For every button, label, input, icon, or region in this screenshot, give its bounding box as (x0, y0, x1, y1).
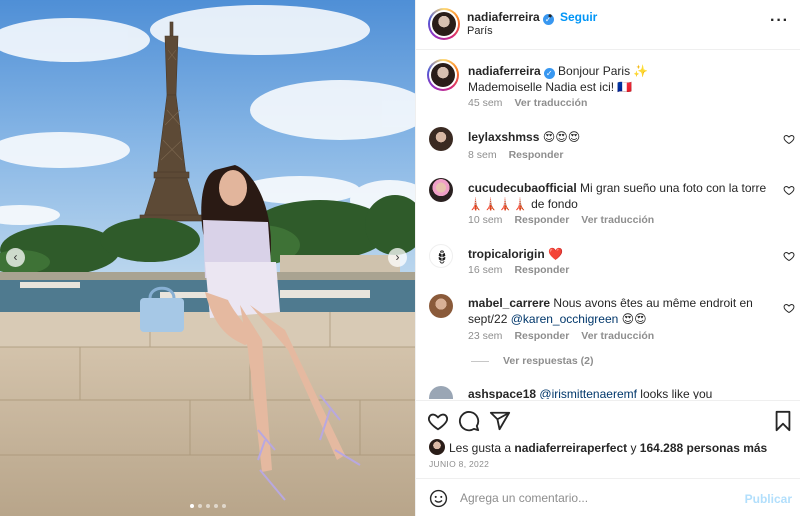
caption-username[interactable]: nadiaferreira (468, 64, 541, 78)
caption-line1: Bonjour Paris ✨ (558, 64, 649, 78)
commenter-avatar[interactable] (429, 127, 453, 151)
reply-button[interactable]: Responder (514, 264, 569, 276)
comment-time[interactable]: 8 sem (468, 149, 497, 161)
comment-meta: 16 sem Responder (468, 264, 581, 276)
comment-like-heart-icon[interactable] (783, 250, 795, 262)
publish-button[interactable]: Publicar (745, 492, 792, 506)
verified-badge-icon: ✓ (543, 68, 555, 79)
leaf-logo-icon (437, 248, 447, 266)
post-header: nadiaferreira ✓ • Seguir París ··· (416, 0, 800, 50)
author-avatar[interactable] (428, 8, 460, 40)
reply-button[interactable]: Responder (514, 330, 569, 342)
smiley-icon[interactable] (429, 489, 448, 508)
caption-line2: Mademoiselle Nadia est ici! 🇫🇷 (468, 80, 633, 94)
likes-prefix: Les gusta a (449, 441, 512, 455)
comment-content: Nous avons êtes au même endroit en (553, 296, 753, 310)
commenter-username[interactable]: tropicalorigin (468, 247, 545, 261)
comment-like-heart-icon[interactable] (783, 302, 795, 314)
comment-text: leylaxshmss 😍😍😍 (468, 129, 778, 145)
comment-like-heart-icon[interactable] (783, 133, 795, 145)
liker-username[interactable]: nadiaferreiraperfect (514, 441, 627, 455)
commenter-avatar[interactable] (429, 294, 453, 318)
liker-avatar[interactable] (429, 439, 445, 455)
heart-icon[interactable] (427, 410, 449, 432)
carousel-dot (221, 504, 226, 508)
mention-link[interactable]: @karen_occhigreen (511, 312, 619, 326)
comment-time[interactable]: 16 sem (468, 264, 502, 276)
bookmark-icon[interactable] (772, 410, 794, 432)
comment-text: mabel_carrere Nous avons êtes au même en… (468, 295, 778, 327)
carousel-indicator (0, 504, 415, 508)
comments-list[interactable]: nadiaferreira ✓ Bonjour Paris ✨ Mademoise… (416, 51, 800, 399)
see-translation-link[interactable]: Ver traducción (514, 97, 587, 109)
commenter-avatar[interactable] (429, 178, 453, 202)
comment-emoji: 😍😍 (621, 312, 647, 326)
separator-dot: • (548, 9, 553, 23)
carousel-dot (189, 504, 194, 508)
comment-meta: 10 sem Responder Ver traducción (468, 214, 666, 226)
commenter-avatar[interactable] (429, 386, 453, 399)
commenter-username[interactable]: mabel_carrere (468, 296, 550, 310)
post-date[interactable]: JUNIO 8, 2022 (429, 459, 489, 469)
comment-content: 😍😍😍 (542, 130, 581, 144)
comment-like-heart-icon[interactable] (783, 184, 795, 196)
reply-button[interactable]: Responder (509, 149, 564, 161)
caption-meta: 45 sem Ver traducción (468, 97, 599, 109)
post-location[interactable]: París (467, 25, 493, 37)
commenter-avatar[interactable] (429, 244, 453, 268)
view-replies-button[interactable]: Ver respuestas (2) (471, 355, 593, 367)
comment-text: ashspace18 @irismittenaeremf looks like … (468, 386, 778, 399)
carousel-dot (197, 504, 202, 508)
post-actions (416, 400, 800, 440)
commenter-username[interactable]: leylaxshmss (468, 130, 539, 144)
likes-count[interactable]: 164.288 personas más (640, 441, 767, 455)
add-comment-bar: Publicar (416, 478, 800, 516)
see-translation-link[interactable]: Ver traducción (581, 214, 654, 226)
comment-text: cucudecubaofficial Mi gran sueño una fot… (468, 180, 778, 212)
carousel-dot (205, 504, 210, 508)
comment-meta: 8 sem Responder (468, 149, 575, 161)
comment-meta: 23 sem Responder Ver traducción (468, 330, 666, 342)
comment-content-cont: sept/22 (468, 312, 508, 326)
likes-conjunction: y (630, 441, 637, 455)
commenter-username[interactable]: cucudecubaofficial (468, 181, 577, 195)
commenter-username[interactable]: ashspace18 (468, 387, 536, 399)
see-translation-link[interactable]: Ver traducción (581, 330, 654, 342)
comment-input[interactable] (460, 489, 730, 507)
caption-text: nadiaferreira ✓ Bonjour Paris ✨ Mademoise… (468, 63, 778, 95)
eiffel-tower-photo (0, 0, 415, 516)
mention-link[interactable]: @irismittenaeremf (539, 387, 637, 399)
comment-icon[interactable] (458, 410, 480, 432)
caption-avatar[interactable] (427, 59, 459, 91)
comment-content: ❤️ (548, 247, 563, 261)
comment-text: tropicalorigin ❤️ (468, 246, 778, 262)
paper-plane-icon[interactable] (489, 410, 511, 432)
caption-time[interactable]: 45 sem (468, 97, 502, 109)
comment-content: looks like you (640, 387, 713, 399)
carousel-dot (213, 504, 218, 508)
more-options-icon[interactable]: ··· (770, 12, 789, 30)
reply-button[interactable]: Responder (514, 214, 569, 226)
comment-time[interactable]: 10 sem (468, 214, 502, 226)
post-photo[interactable]: ‹ › (0, 0, 415, 516)
view-replies-label: Ver respuestas (2) (503, 355, 594, 367)
follow-button[interactable]: Seguir (560, 10, 597, 24)
post-side-panel: nadiaferreira ✓ • Seguir París ··· nadiaf… (415, 0, 800, 516)
author-username[interactable]: nadiaferreira (467, 10, 540, 24)
comment-time[interactable]: 23 sem (468, 330, 502, 342)
previous-photo-button[interactable]: ‹ (6, 248, 25, 267)
next-photo-button[interactable]: › (388, 248, 407, 267)
